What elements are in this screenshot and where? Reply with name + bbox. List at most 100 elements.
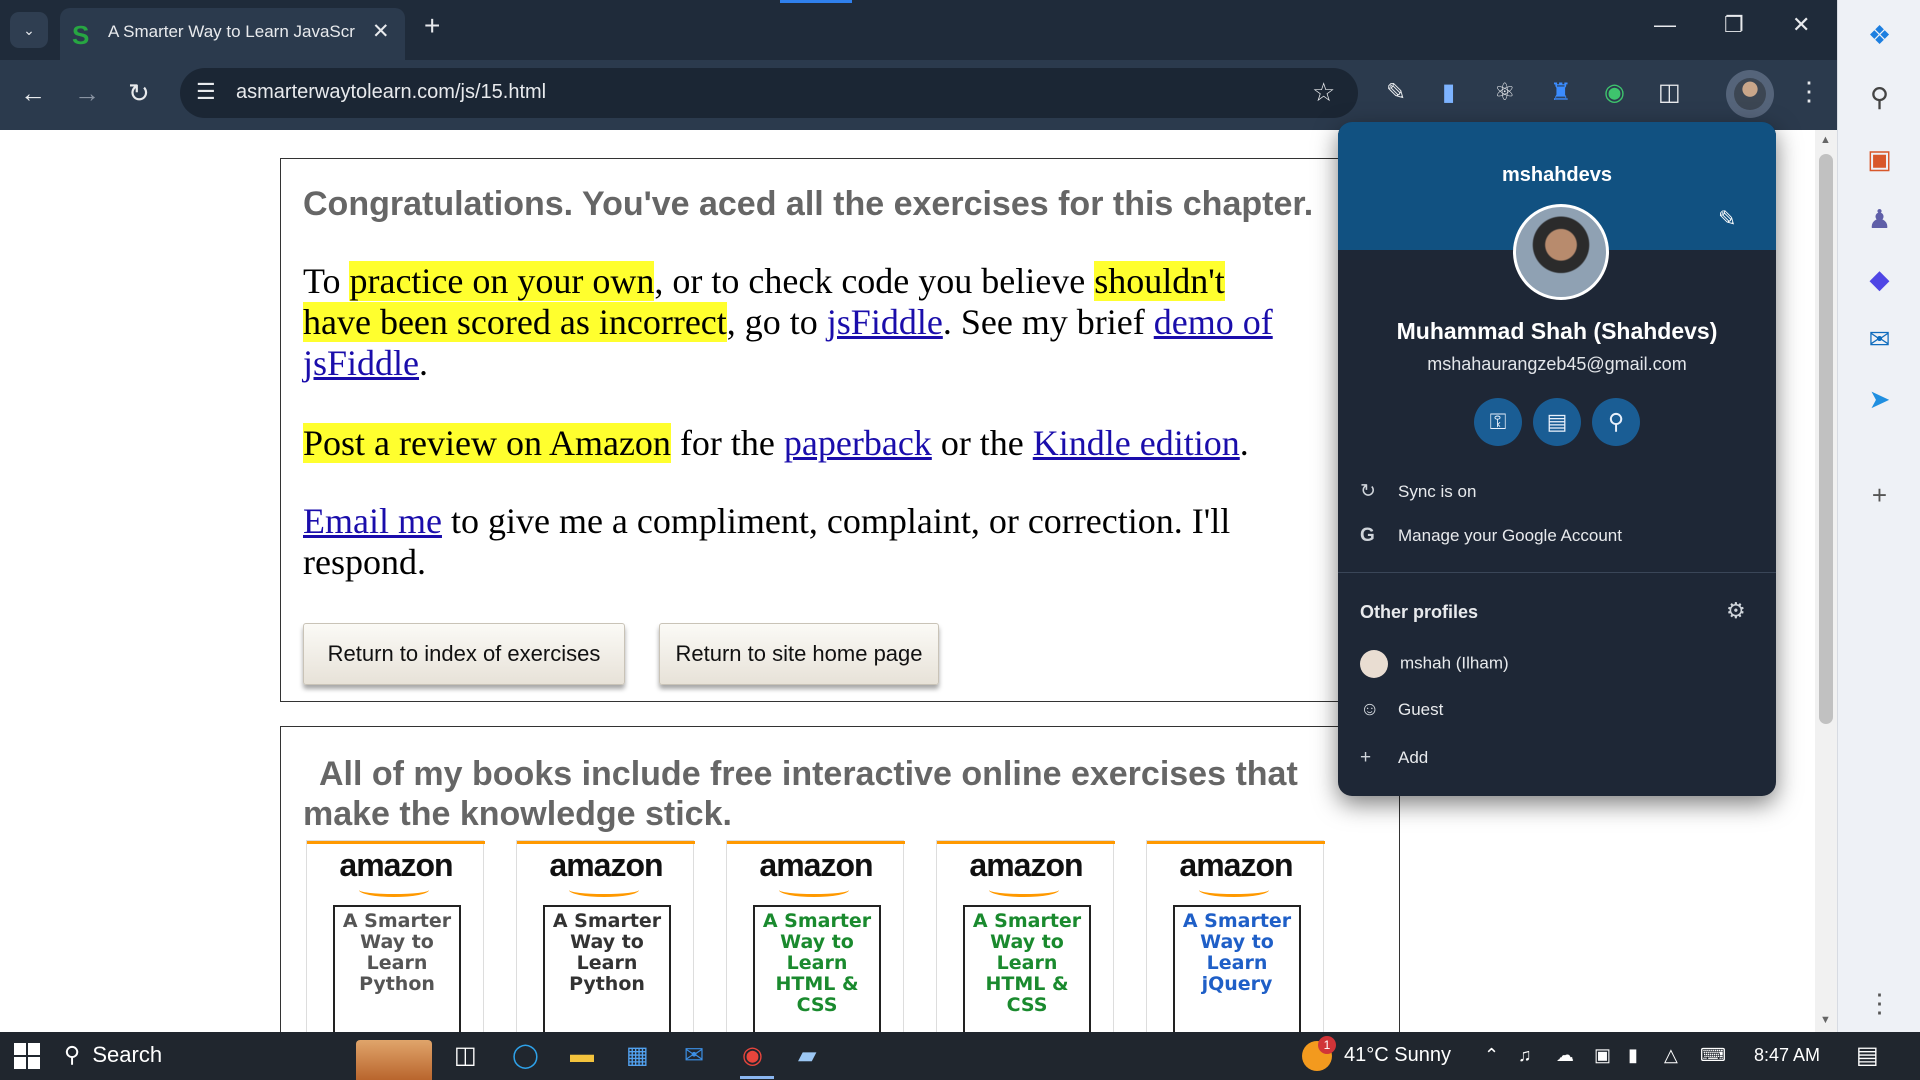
edit-profile-icon[interactable]: ✎ xyxy=(1718,206,1736,232)
docs-extension-icon[interactable]: ▮ xyxy=(1442,78,1455,107)
return-to-home-button[interactable]: Return to site home page xyxy=(659,623,939,685)
book-card[interactable]: amazon A Smarter Way to Learn Python xyxy=(306,840,485,1045)
tools-icon[interactable]: ▣ xyxy=(1838,144,1920,175)
book-cover: A Smarter Way to Learn HTML & CSS xyxy=(753,905,881,1045)
amazon-logo: amazon xyxy=(1179,847,1293,883)
search-icon[interactable]: ⚲ xyxy=(1838,82,1920,113)
restore-icon[interactable]: ❐ xyxy=(1724,12,1744,38)
manage-account-item[interactable]: G Manage your Google Account xyxy=(1360,525,1622,547)
addresses-pin-icon[interactable]: ⚲ xyxy=(1592,398,1640,446)
google-g-icon: G xyxy=(1360,525,1375,546)
notifications-icon[interactable]: ▤ xyxy=(1856,1041,1879,1070)
back-icon[interactable]: ← xyxy=(20,78,46,109)
manage-profiles-gear-icon[interactable]: ⚙ xyxy=(1726,598,1746,624)
chrome-icon[interactable]: ◉ xyxy=(742,1041,763,1070)
jsfiddle-link[interactable]: jsFiddle xyxy=(827,302,943,342)
edge-icon[interactable]: ◯ xyxy=(512,1041,539,1070)
text: . xyxy=(1239,423,1249,463)
book-title-line: Learn xyxy=(1206,952,1268,974)
windows-start-icon[interactable] xyxy=(14,1043,40,1069)
active-tab[interactable]: S A Smarter Way to Learn JavaScr ✕ xyxy=(60,8,405,60)
new-tab-icon[interactable]: + xyxy=(424,10,440,42)
scroll-down-icon[interactable]: ▼ xyxy=(1820,1014,1831,1026)
extensions-puzzle-icon[interactable]: ◫ xyxy=(1658,78,1681,107)
shield-extension-icon[interactable]: ♜ xyxy=(1550,78,1572,107)
file-explorer-icon[interactable]: ▬ xyxy=(570,1041,594,1069)
avatar xyxy=(1734,78,1766,110)
book-card[interactable]: amazon A Smarter Way to Learn jQuery xyxy=(1146,840,1325,1045)
book-card[interactable]: amazon A Smarter Way to Learn HTML & CSS xyxy=(726,840,905,1045)
copilot-icon[interactable]: ❖ xyxy=(1838,20,1920,51)
book-card[interactable]: amazon A Smarter Way to Learn HTML & CSS xyxy=(936,840,1115,1045)
address-bar[interactable]: ☰ asmarterwaytolearn.com/js/15.html ☆ xyxy=(180,68,1358,118)
scrollbar-thumb[interactable] xyxy=(1819,154,1833,724)
tab-search-button[interactable]: ⌄ xyxy=(10,12,48,48)
guest-icon: ☺ xyxy=(1360,699,1380,720)
taskbar-search[interactable]: ⚲ Search xyxy=(64,1042,162,1068)
sync-status-item[interactable]: ↻ Sync is on xyxy=(1360,480,1476,503)
scroll-up-icon[interactable]: ▲ xyxy=(1820,134,1831,146)
bookmark-star-icon[interactable]: ☆ xyxy=(1312,77,1335,108)
onedrive-offline-icon[interactable]: ☁ xyxy=(1556,1045,1574,1066)
add-sidebar-app-icon[interactable]: + xyxy=(1838,480,1920,511)
color-picker-extension-icon[interactable]: ✎ xyxy=(1386,78,1406,107)
close-window-icon[interactable]: ✕ xyxy=(1792,12,1810,38)
book-title-line: A Smarter xyxy=(762,910,872,932)
add-profile-label: Add xyxy=(1398,748,1429,767)
designer-icon[interactable]: ◆ xyxy=(1838,264,1920,295)
more-menu-icon[interactable]: ⋮ xyxy=(1796,76,1822,107)
games-icon[interactable]: ♟ xyxy=(1838,204,1920,235)
forward-icon[interactable]: → xyxy=(74,78,100,109)
payment-card-icon[interactable]: ▤ xyxy=(1533,398,1581,446)
books-heading-line1: All of my books include free interactive… xyxy=(319,755,1298,793)
profile-item-mshah[interactable]: mshah (Ilham) xyxy=(1360,650,1509,678)
demo-link-jsfiddle[interactable]: jsFiddle xyxy=(303,343,419,383)
profile-avatar-button[interactable] xyxy=(1726,70,1774,118)
outlook-icon[interactable]: ✉ xyxy=(1838,324,1920,355)
task-view-icon[interactable]: ◫ xyxy=(454,1041,477,1070)
book-title-line: Python xyxy=(569,973,645,995)
return-to-index-button[interactable]: Return to index of exercises xyxy=(303,623,625,685)
divider xyxy=(517,841,695,844)
profile-full-name: Muhammad Shah (Shahdevs) xyxy=(1396,318,1718,344)
paperback-link[interactable]: paperback xyxy=(784,423,932,463)
book-title-line: Way to xyxy=(1200,931,1274,953)
url-text[interactable]: asmarterwaytolearn.com/js/15.html xyxy=(236,81,546,104)
clock[interactable]: 8:47 AM xyxy=(1754,1045,1820,1066)
robot-extension-icon[interactable]: ◉ xyxy=(1604,78,1625,107)
demo-link[interactable]: demo of xyxy=(1154,302,1273,342)
kindle-edition-link[interactable]: Kindle edition xyxy=(1033,423,1240,463)
sync-icon: ↻ xyxy=(1360,481,1376,502)
divider xyxy=(1338,572,1776,573)
profile-item-guest[interactable]: ☺ Guest xyxy=(1360,699,1443,721)
react-devtools-icon[interactable]: ⚛ xyxy=(1494,78,1516,107)
monument-widget-icon[interactable] xyxy=(356,1040,432,1080)
page-scrollbar[interactable]: ▲ ▼ xyxy=(1815,130,1837,1032)
keyboard-icon[interactable]: ⌨ xyxy=(1700,1045,1726,1066)
mail-icon[interactable]: ✉ xyxy=(684,1041,704,1070)
tab-indicator xyxy=(780,0,852,3)
volume-icon[interactable]: ♫ xyxy=(1518,1045,1532,1066)
weather-text[interactable]: 41°C Sunny xyxy=(1344,1044,1451,1067)
wifi-icon[interactable]: △ xyxy=(1664,1045,1678,1066)
camera-icon[interactable]: ▣ xyxy=(1594,1045,1611,1066)
store-icon[interactable]: ▦ xyxy=(626,1041,649,1070)
book-card[interactable]: amazon A Smarter Way to Learn Python xyxy=(516,840,695,1045)
sidebar-more-icon[interactable]: ⋮ xyxy=(1838,988,1920,1019)
email-me-link[interactable]: Email me xyxy=(303,501,442,541)
book-title-line: Way to xyxy=(570,931,644,953)
other-profiles-heading: Other profiles xyxy=(1360,602,1479,622)
add-profile-item[interactable]: + Add xyxy=(1360,747,1428,769)
add-icon: + xyxy=(1360,747,1372,768)
send-icon[interactable]: ➤ xyxy=(1838,384,1920,415)
amazon-smile-icon xyxy=(779,883,849,897)
amazon-smile-icon xyxy=(989,883,1059,897)
close-tab-icon[interactable]: ✕ xyxy=(372,19,390,44)
editor-app-icon[interactable]: ▰ xyxy=(798,1041,816,1070)
site-info-icon[interactable]: ☰ xyxy=(196,79,216,105)
show-hidden-icons-icon[interactable]: ⌃ xyxy=(1484,1045,1499,1066)
battery-icon[interactable]: ▮ xyxy=(1628,1045,1638,1066)
reload-icon[interactable]: ↻ xyxy=(128,78,150,109)
minimize-icon[interactable]: — xyxy=(1654,12,1676,38)
passwords-key-icon[interactable]: ⚿ xyxy=(1474,398,1522,446)
